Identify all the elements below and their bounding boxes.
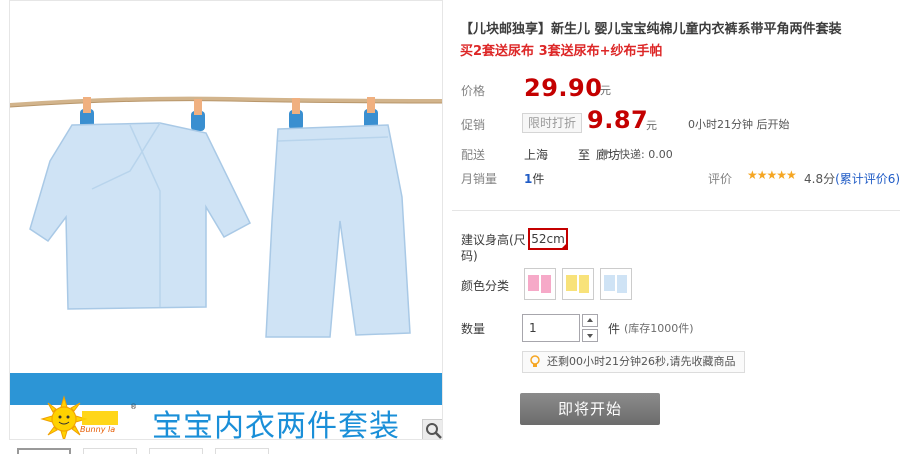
promo-label: 促销 (461, 118, 486, 132)
size-label: 建议身高(尺码) (461, 233, 526, 263)
sales-value: 1件 (524, 170, 544, 187)
brand-english-name: Bunny la (80, 425, 116, 434)
chevron-down-icon[interactable] (602, 151, 610, 156)
thumbnail-1[interactable] (17, 448, 71, 454)
clothes-on-line-illustration (10, 96, 442, 338)
rating-score: 4.8分 (804, 172, 836, 186)
thumbnail-2[interactable] (83, 448, 137, 454)
quantity-label: 数量 (461, 322, 486, 336)
color-label: 颜色分类 (461, 279, 510, 293)
rating-value: 4.8分(累计评价6) (804, 170, 900, 187)
pink-clothes-icon (528, 275, 551, 293)
product-gallery: Bunny la ® 宝宝内衣两件套装 (0, 0, 446, 454)
rating-stars-icon: ★★★★★ (747, 168, 797, 182)
color-swatch-blue[interactable] (600, 268, 632, 300)
price-label: 价格 (461, 84, 486, 98)
sales-label: 月销量 (461, 172, 498, 186)
countdown-tip-text: 还剩00小时21分钟26秒,请先收藏商品 (547, 355, 736, 368)
quantity-unit: 件 (608, 322, 621, 336)
product-info-panel: 【儿块邮独享】新生儿 婴儿宝宝纯棉儿童内衣裤系带平角两件套装 买2套送尿布 3套… (452, 0, 900, 454)
size-option-52cm[interactable]: 52cm (528, 228, 568, 250)
quantity-increase-button[interactable] (582, 314, 598, 327)
chevron-down-icon (587, 334, 593, 338)
stock-count: (库存1000件) (624, 322, 694, 335)
color-swatch-pink[interactable] (524, 268, 556, 300)
magnifier-icon (426, 423, 442, 439)
brand-registered-mark: ® (130, 403, 137, 411)
color-swatch-yellow[interactable] (562, 268, 594, 300)
rating-label: 评价 (708, 172, 733, 186)
price-unit: 元 (600, 84, 611, 97)
promo-countdown: 0小时21分钟 后开始 (688, 118, 790, 131)
chevron-up-icon (587, 318, 593, 322)
promo-price-unit: 元 (646, 119, 657, 132)
zoom-button[interactable] (422, 419, 442, 439)
blue-clothes-icon (604, 275, 627, 293)
promo-tag: 限时打折 (522, 113, 583, 133)
thumbnail-strip (17, 448, 277, 454)
shipping-fee: 快递: 0.00 (619, 148, 673, 161)
countdown-tip: 还剩00小时21分钟26秒,请先收藏商品 (522, 351, 745, 373)
shipping-origin: 上海 (524, 148, 549, 162)
shipping-label: 配送 (461, 148, 486, 162)
coming-soon-button[interactable]: 即将开始 (520, 393, 660, 425)
product-title: 【儿块邮独享】新生儿 婴儿宝宝纯棉儿童内衣裤系带平角两件套装 (460, 22, 842, 37)
product-banner: Bunny la ® 宝宝内衣两件套装 (10, 373, 442, 440)
reviews-link[interactable]: (累计评价6) (835, 172, 900, 186)
quantity-input[interactable]: 1 (522, 314, 580, 342)
main-product-image[interactable]: Bunny la ® 宝宝内衣两件套装 (9, 0, 443, 440)
sales-unit: 件 (532, 172, 545, 186)
yellow-clothes-icon (566, 275, 589, 293)
thumbnail-3[interactable] (149, 448, 203, 454)
product-subtitle: 买2套送尿布 3套送尿布+纱布手帕 (460, 44, 663, 59)
original-price: 29.90 (524, 74, 603, 102)
quantity-decrease-button[interactable] (582, 329, 598, 342)
selected-check-icon (560, 242, 568, 250)
thumbnail-4[interactable] (215, 448, 269, 454)
divider (452, 210, 900, 211)
shipping-to: 至 (578, 148, 591, 162)
product-photo (10, 1, 442, 373)
banner-title: 宝宝内衣两件套装 (152, 409, 400, 440)
lightbulb-icon (530, 355, 540, 367)
promo-price: 9.87 (587, 106, 649, 134)
